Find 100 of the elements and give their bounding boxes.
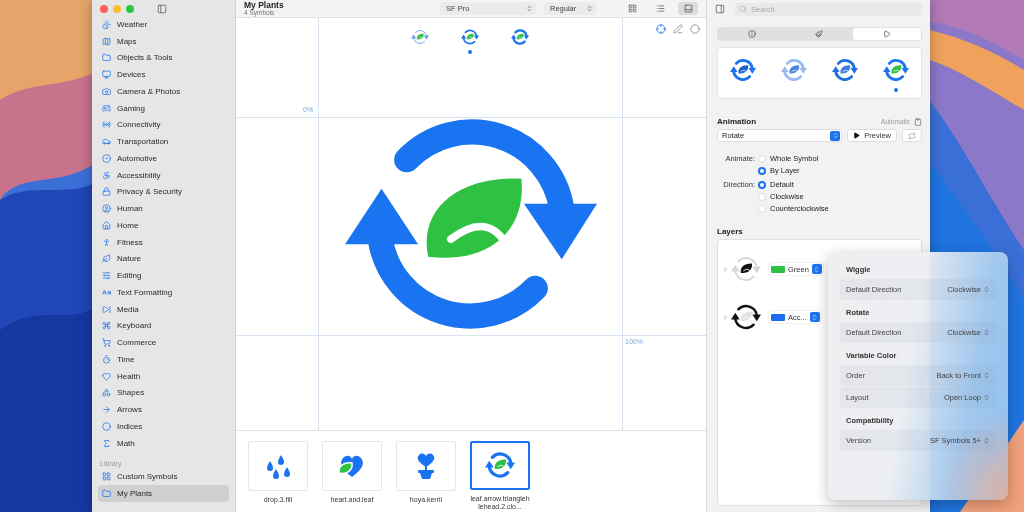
up-down-chevron-icon: [983, 286, 990, 293]
sidebar-item[interactable]: My Plants: [98, 485, 229, 502]
sidebar-item[interactable]: Human: [98, 200, 229, 217]
sidebar-item[interactable]: Editing: [98, 267, 229, 284]
sidebar-item[interactable]: Maps: [98, 32, 229, 50]
stepper-icon: [811, 264, 822, 274]
sidebar-item[interactable]: Connectivity: [98, 116, 229, 134]
leaf-arrows-icon: [730, 57, 757, 83]
sidebar-item[interactable]: Camera & Photos: [98, 83, 229, 100]
list-view-icon: [655, 4, 665, 13]
math-icon: [102, 438, 111, 448]
sidebar-item[interactable]: Custom Symbols: [98, 468, 229, 486]
info-icon: [747, 30, 756, 38]
gamepad-icon: [102, 103, 111, 113]
symbol-thumbnail[interactable]: [470, 441, 530, 490]
sidebar-item[interactable]: Keyboard: [98, 317, 229, 335]
inspector-toggle-icon[interactable]: [715, 4, 725, 14]
zoom-button[interactable]: [126, 5, 134, 13]
play-icon: [883, 30, 892, 38]
house-icon: [102, 220, 111, 230]
leaf-arrows-icon: [781, 57, 808, 83]
search-icon: [739, 5, 747, 13]
antenna-icon: [102, 120, 111, 130]
leaf-arrows-icon: [882, 57, 909, 83]
section-heading: Layers: [717, 227, 743, 236]
folder-icon: [102, 53, 111, 63]
folder-icon: [102, 489, 111, 499]
sidebar-item[interactable]: Home: [98, 217, 229, 234]
pen-icon[interactable]: [673, 24, 683, 34]
sidebar-item[interactable]: Accessibility: [98, 166, 229, 184]
leaf-arrows-icon: [831, 57, 858, 83]
grid-view-icon: [627, 4, 637, 13]
gallery-view-button[interactable]: [678, 2, 698, 15]
disclosure-icon[interactable]: [722, 313, 729, 321]
sidebar-item[interactable]: Weather: [98, 16, 229, 33]
clipboard-icon[interactable]: [914, 117, 922, 126]
shapes-icon: [102, 388, 111, 398]
layer-thumbnail: [731, 302, 761, 332]
sidebar-toggle-icon[interactable]: [157, 4, 167, 14]
weight-variant[interactable]: [459, 28, 480, 54]
cart-icon: [102, 338, 111, 348]
stepper-icon: [809, 312, 820, 322]
sliders-icon: [102, 271, 111, 281]
potted-heart-icon: [415, 452, 437, 480]
wheel-icon: [102, 153, 111, 163]
layer-thumbnail: [731, 254, 761, 284]
sidebar-item[interactable]: Shapes: [98, 384, 229, 402]
sidebar-item[interactable]: Commerce: [98, 334, 229, 351]
sidebar-item[interactable]: Arrows: [98, 401, 229, 418]
disclosure-icon[interactable]: [722, 265, 729, 273]
inspector-tab[interactable]: [853, 28, 921, 40]
leaf-arrows-icon: [485, 450, 515, 481]
play-pause-icon: [102, 304, 111, 314]
brush-icon: [815, 30, 824, 38]
up-down-chevron-icon: [983, 372, 990, 379]
text-format-icon: [102, 287, 111, 297]
leaf-arrows-icon: [410, 28, 429, 46]
sidebar-item[interactable]: Objects & Tools: [98, 49, 229, 67]
monitor-icon: [102, 70, 111, 80]
sidebar-item[interactable]: Time: [98, 351, 229, 368]
sidebar-item[interactable]: Gaming: [98, 99, 229, 117]
sidebar-item[interactable]: Fitness: [98, 233, 229, 251]
map-icon: [102, 36, 111, 46]
stepper-icon: [830, 130, 841, 141]
repeat-button[interactable]: [902, 129, 922, 142]
sidebar-item[interactable]: Math: [98, 434, 229, 452]
sidebar-item[interactable]: Nature: [98, 250, 229, 268]
heart-icon: [102, 371, 111, 381]
leaf-arrows-icon: [510, 28, 529, 46]
leaf-arrows-icon: [460, 28, 479, 46]
play-icon: [853, 132, 861, 139]
repeat-icon: [908, 131, 916, 140]
up-down-chevron-icon: [983, 437, 990, 444]
grid-icon: [102, 472, 111, 482]
sidebar-item[interactable]: Automotive: [98, 150, 229, 167]
cloud-sun-icon: [102, 19, 111, 29]
sidebar-item[interactable]: Privacy & Security: [98, 183, 229, 201]
sidebar-item[interactable]: Devices: [98, 66, 229, 83]
leaf-icon: [102, 254, 111, 264]
circle-icon: [102, 421, 111, 431]
section-heading: Animation: [717, 117, 757, 126]
sidebar-item[interactable]: Health: [98, 367, 229, 385]
figure-icon: [102, 237, 111, 247]
command-icon: [102, 321, 111, 331]
close-button[interactable]: [100, 5, 108, 13]
sidebar-item[interactable]: Text Formatting: [98, 284, 229, 301]
sidebar-item[interactable]: Transportation: [98, 133, 229, 150]
crosshair-icon[interactable]: [656, 24, 666, 34]
person-icon: [102, 204, 111, 214]
up-down-chevron-icon: [983, 394, 990, 401]
circle-icon[interactable]: [690, 24, 700, 34]
sidebar-item[interactable]: Media: [98, 300, 229, 318]
up-down-chevron-icon: [983, 329, 990, 336]
arrow-icon: [102, 405, 111, 415]
water-drops-icon: [264, 453, 292, 479]
car-icon: [102, 137, 111, 147]
up-down-chevron-icon: [526, 5, 533, 12]
gallery-view-icon: [683, 4, 693, 13]
up-down-chevron-icon: [586, 5, 593, 12]
sidebar-item[interactable]: Indices: [98, 418, 229, 435]
